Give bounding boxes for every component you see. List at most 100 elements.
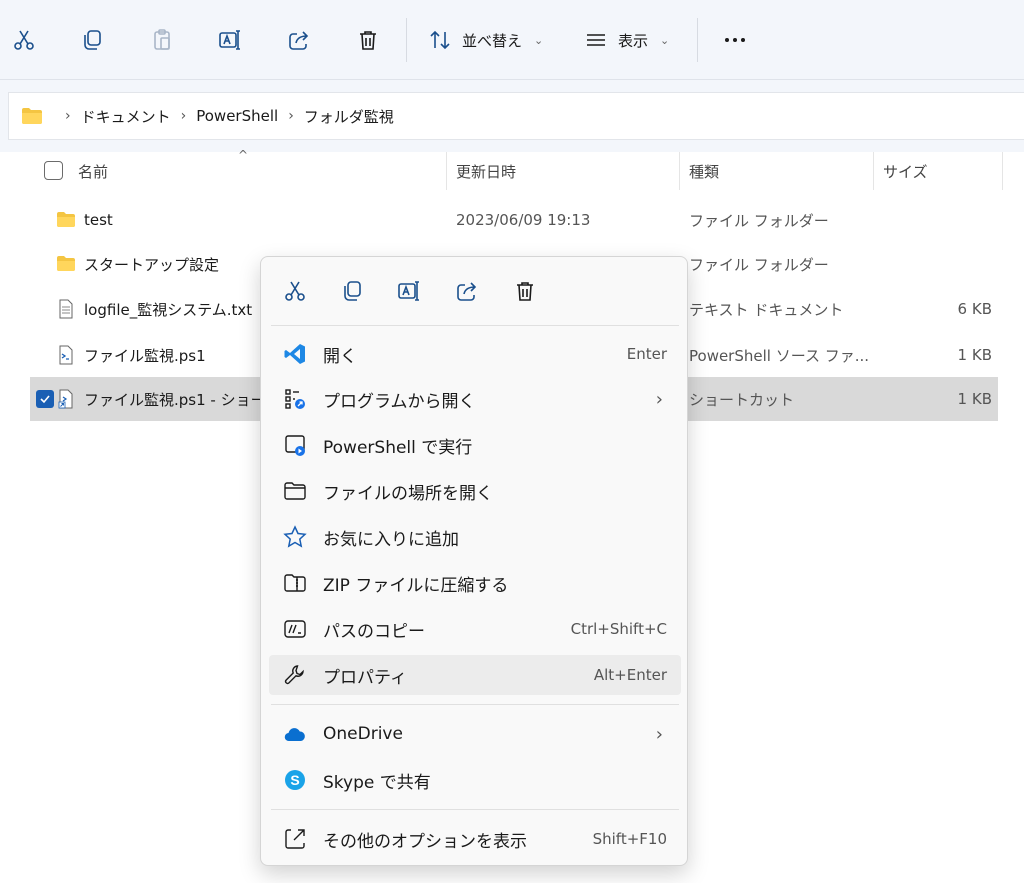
column-divider[interactable] — [873, 152, 874, 190]
row-checkbox[interactable] — [36, 390, 54, 408]
menu-item-label: プロパティ — [323, 667, 407, 688]
context-delete-button[interactable] — [509, 275, 541, 307]
context-cut-button[interactable] — [279, 275, 311, 307]
file-name-cell: test — [56, 198, 456, 242]
sort-ascending-icon: ^ — [238, 148, 249, 162]
chevron-right-icon: › — [655, 388, 663, 410]
checkmark-icon — [40, 395, 50, 404]
file-type: PowerShell ソース ファ... — [689, 346, 870, 365]
chevron-right-icon: › — [65, 108, 71, 124]
delete-icon — [517, 282, 533, 301]
file-row-test[interactable]: test 2023/06/09 19:13 ファイル フォルダー — [30, 198, 998, 242]
shortcut-file-icon — [58, 389, 73, 409]
cut-button[interactable] — [2, 20, 46, 60]
more-icon-dot — [733, 38, 737, 42]
more-icon — [725, 38, 729, 42]
text-file-icon — [59, 299, 73, 319]
menu-item-shortcut: Enter — [626, 345, 667, 363]
rename-icon — [219, 30, 240, 50]
wrench-icon — [283, 663, 307, 687]
rename-button[interactable] — [208, 20, 252, 60]
column-header-type[interactable]: 種類 — [689, 152, 719, 190]
menu-item-open-location[interactable]: ファイルの場所を開く — [269, 471, 681, 511]
zip-icon — [283, 571, 307, 595]
more-options-icon — [283, 827, 307, 851]
breadcrumb-powershell[interactable]: PowerShell — [196, 107, 278, 125]
menu-item-copy-path[interactable]: パスのコピー Ctrl+Shift+C — [269, 609, 681, 649]
share-button[interactable] — [277, 20, 321, 60]
column-size-label: サイズ — [883, 162, 928, 181]
file-name: ファイル監視.ps1 - ショート — [84, 390, 281, 409]
more-button[interactable] — [718, 20, 752, 60]
file-name: ファイル監視.ps1 — [84, 346, 206, 365]
sort-label: 並べ替え — [462, 31, 523, 50]
copy-path-icon — [283, 617, 307, 641]
menu-item-onedrive[interactable]: OneDrive › — [269, 714, 681, 754]
column-type-label: 種類 — [689, 162, 720, 181]
menu-item-more-options[interactable]: その他のオプションを表示 Shift+F10 — [269, 819, 681, 859]
menu-item-run-powershell[interactable]: PowerShell で実行 — [269, 425, 681, 465]
delete-button[interactable] — [346, 20, 390, 60]
context-copy-button[interactable] — [336, 275, 368, 307]
folder-icon — [22, 108, 42, 124]
sort-button[interactable]: 並べ替え ⌄ — [428, 20, 543, 60]
breadcrumb-documents[interactable]: ドキュメント — [81, 106, 171, 127]
file-size: 1 KB — [957, 346, 992, 364]
column-header-name[interactable]: 名前 — [78, 152, 108, 190]
vscode-icon — [283, 342, 307, 366]
command-bar: 並べ替え ⌄ 表示 ⌄ — [0, 0, 1024, 80]
cut-icon — [14, 30, 34, 50]
svg-text:S: S — [290, 772, 299, 788]
menu-item-add-favorites[interactable]: お気に入りに追加 — [269, 517, 681, 557]
folder-icon — [57, 256, 75, 271]
view-button[interactable]: 表示 ⌄ — [584, 20, 669, 60]
address-bar-row: › ドキュメント › PowerShell › フォルダ監視 — [0, 80, 1024, 152]
more-icon-dot — [741, 38, 745, 42]
menu-item-label: パスのコピー — [323, 621, 425, 642]
menu-item-properties[interactable]: プロパティ Alt+Enter — [269, 655, 681, 695]
file-type: ショートカット — [689, 390, 795, 409]
open-with-icon — [283, 387, 307, 411]
column-divider[interactable] — [446, 152, 447, 190]
menu-item-open[interactable]: 開く Enter — [269, 334, 681, 374]
rename-icon — [398, 281, 419, 301]
chevron-right-icon: › — [655, 723, 663, 745]
select-all-checkbox[interactable] — [44, 161, 63, 180]
menu-divider — [271, 325, 679, 326]
copy-icon — [84, 30, 101, 50]
menu-item-label: OneDrive — [323, 724, 403, 744]
context-share-button[interactable] — [451, 275, 483, 307]
menu-divider — [271, 809, 679, 810]
breadcrumb-folder-watch[interactable]: フォルダ監視 — [304, 106, 394, 127]
file-name: test — [84, 211, 113, 229]
folder-icon — [57, 212, 75, 227]
share-icon — [457, 282, 477, 301]
file-type: テキスト ドキュメント — [689, 300, 844, 319]
file-size: 6 KB — [957, 300, 992, 318]
menu-item-label: お気に入りに追加 — [323, 529, 459, 550]
file-name: スタートアップ設定 — [84, 255, 220, 274]
context-rename-button[interactable] — [393, 275, 425, 307]
menu-item-skype-share[interactable]: S Skype で共有 — [269, 760, 681, 800]
menu-item-label: Skype で共有 — [323, 772, 431, 793]
skype-icon: S — [283, 768, 307, 792]
column-header-size[interactable]: サイズ — [883, 152, 928, 190]
column-divider[interactable] — [1002, 152, 1003, 190]
column-modified-label: 更新日時 — [456, 162, 517, 181]
menu-item-compress-zip[interactable]: ZIP ファイルに圧縮する — [269, 563, 681, 603]
paste-button[interactable] — [140, 20, 184, 60]
onedrive-icon — [283, 722, 307, 746]
column-header-modified[interactable]: 更新日時 — [456, 152, 516, 190]
toolbar-divider — [406, 18, 407, 62]
file-type: ファイル フォルダー — [689, 255, 829, 274]
copy-button[interactable] — [70, 20, 114, 60]
chevron-down-icon: ⌄ — [660, 33, 670, 47]
menu-item-open-with[interactable]: プログラムから開く › — [269, 379, 681, 419]
menu-item-label: その他のオプションを表示 — [323, 831, 527, 852]
menu-item-label: PowerShell で実行 — [323, 437, 473, 458]
column-divider[interactable] — [679, 152, 680, 190]
address-bar[interactable]: › ドキュメント › PowerShell › フォルダ監視 — [8, 92, 1024, 140]
toolbar-divider — [697, 18, 698, 62]
view-icon — [587, 34, 605, 46]
column-name-label: 名前 — [78, 162, 109, 181]
